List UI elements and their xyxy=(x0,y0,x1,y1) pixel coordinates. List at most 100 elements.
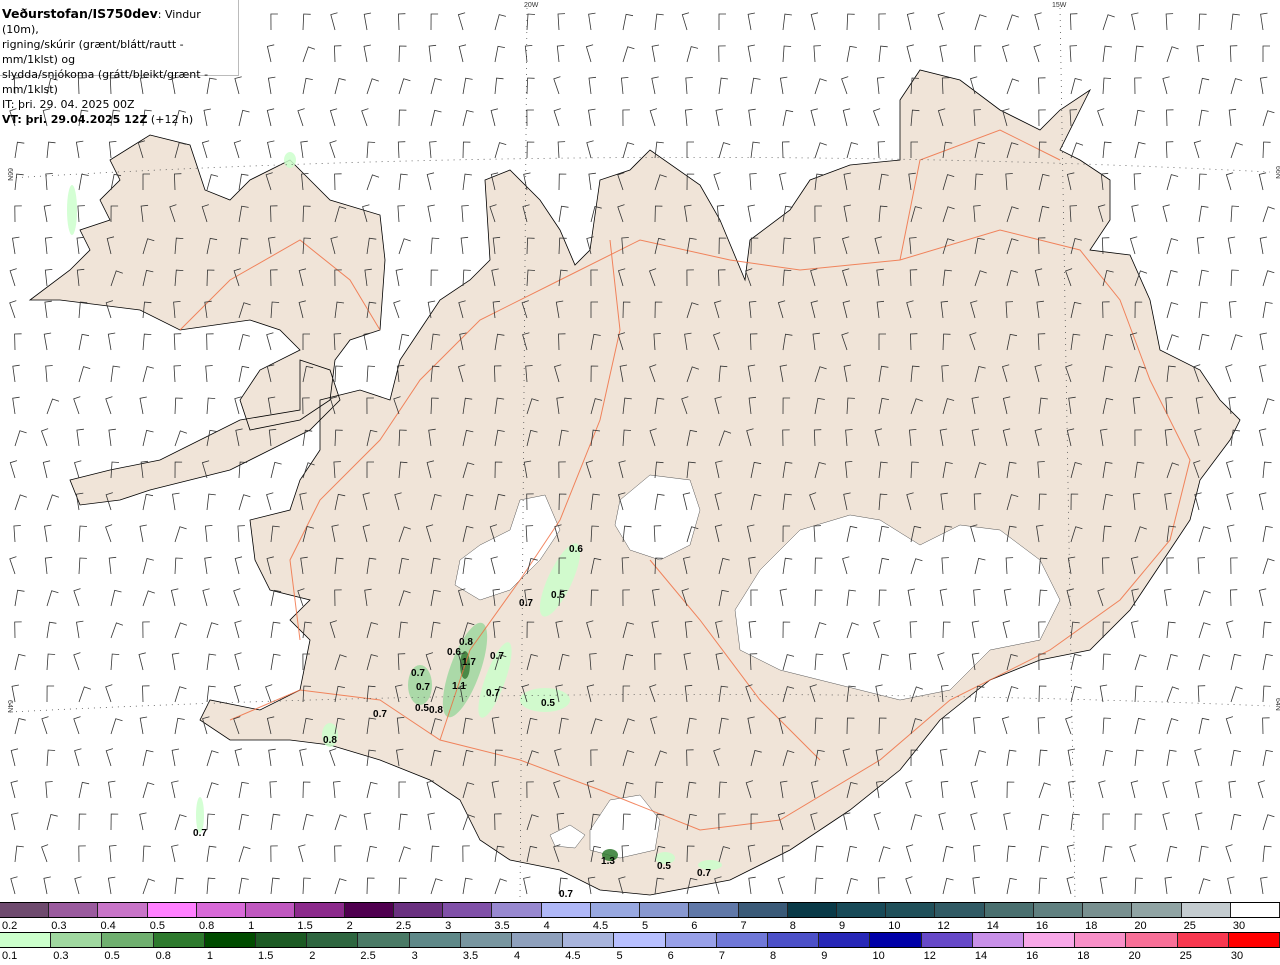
lon-label-20w: 20W xyxy=(524,2,539,9)
wind-barb xyxy=(1230,13,1240,31)
wind-barb xyxy=(1262,141,1271,159)
wind-barb xyxy=(1038,877,1048,895)
wind-barb xyxy=(846,878,859,895)
wind-barb xyxy=(45,365,53,383)
wind-barb xyxy=(553,108,561,127)
legend-swatch xyxy=(0,903,50,917)
wind-barb xyxy=(44,556,53,575)
wind-barb xyxy=(430,237,440,255)
wind-barb xyxy=(1230,686,1243,703)
wind-barb xyxy=(842,108,851,127)
wind-barb xyxy=(1258,492,1267,511)
wind-barb xyxy=(270,877,280,895)
wind-barb xyxy=(1228,108,1237,127)
wind-barb xyxy=(814,78,827,95)
wind-barb xyxy=(110,718,123,735)
wind-barb xyxy=(142,333,152,351)
wind-barb xyxy=(14,205,22,223)
wind-barb xyxy=(142,782,155,799)
wind-barb xyxy=(43,204,52,223)
legend-swatch xyxy=(307,933,359,947)
legend-label: 3.5 xyxy=(462,950,479,962)
wind-barb xyxy=(238,461,248,479)
wind-barb xyxy=(78,366,91,383)
wind-barb xyxy=(1006,686,1019,703)
wind-barb xyxy=(524,45,533,63)
wind-barb xyxy=(940,780,949,799)
legend-swatch xyxy=(196,903,247,917)
wind-barb xyxy=(782,109,794,127)
wind-barb xyxy=(398,813,408,831)
wind-barb xyxy=(750,77,761,95)
wind-barb xyxy=(878,846,891,863)
wind-barb xyxy=(1067,748,1076,767)
wind-barb xyxy=(1198,205,1209,223)
legend-swatch xyxy=(787,903,837,917)
wind-barb xyxy=(202,588,210,607)
wind-barb xyxy=(458,44,467,63)
wind-barb xyxy=(12,396,20,415)
wind-barb xyxy=(1165,13,1174,31)
lat-label-66n-left: 66N xyxy=(6,168,13,181)
wind-barb xyxy=(9,460,18,479)
wind-barb xyxy=(366,781,378,799)
legend-swatch xyxy=(768,933,820,947)
wind-barb xyxy=(1006,781,1015,799)
wind-barb xyxy=(76,236,85,255)
wind-barb xyxy=(1262,685,1271,703)
wind-barb xyxy=(366,845,377,863)
wind-barb xyxy=(206,750,219,767)
wind-barb xyxy=(78,557,87,575)
wind-barb xyxy=(234,652,242,671)
legend-label: 1 xyxy=(206,950,213,962)
wind-barb xyxy=(1195,780,1203,799)
wind-barb xyxy=(142,685,150,703)
wind-barb xyxy=(1038,109,1046,127)
wind-barb xyxy=(1230,142,1243,159)
wind-barb xyxy=(1198,269,1209,287)
wind-barb xyxy=(1134,109,1145,127)
wind-barb xyxy=(46,621,57,639)
wind-barb xyxy=(651,76,659,95)
wind-barb xyxy=(906,12,915,31)
wind-barb xyxy=(302,813,314,831)
wind-barb xyxy=(1259,364,1267,383)
wind-barb xyxy=(430,13,439,31)
wind-barb xyxy=(270,653,281,671)
wind-barb xyxy=(494,878,507,895)
wind-barb xyxy=(1166,654,1178,671)
wind-barb xyxy=(138,652,146,671)
wind-barb xyxy=(494,45,505,63)
wind-barb xyxy=(1102,45,1113,63)
wind-barb xyxy=(1006,749,1017,767)
wind-barb xyxy=(9,268,17,287)
wind-barb xyxy=(1130,780,1139,799)
precip-value-label: 0.7 xyxy=(490,651,504,662)
wind-barb xyxy=(206,397,216,415)
wind-barb xyxy=(1225,844,1233,863)
legend-swatch xyxy=(563,933,615,947)
wind-barb xyxy=(1134,77,1142,95)
wind-barb xyxy=(302,877,311,895)
precip-value-label: 0.5 xyxy=(541,698,555,709)
wind-barb xyxy=(1038,749,1048,767)
wind-barb xyxy=(429,141,437,159)
wind-barb xyxy=(302,46,316,63)
wind-barb xyxy=(270,845,278,863)
precip-value-label: 0.7 xyxy=(559,889,573,900)
wind-barb xyxy=(557,13,566,31)
wind-barb xyxy=(779,172,787,191)
wind-barb xyxy=(810,108,818,127)
wind-barb xyxy=(108,780,116,799)
wind-barb xyxy=(110,813,119,831)
wind-barb xyxy=(1166,334,1179,351)
wind-barb xyxy=(238,494,251,511)
wind-barb xyxy=(1102,717,1111,735)
wind-barb xyxy=(1006,14,1019,31)
wind-barb xyxy=(681,12,690,31)
wind-barb xyxy=(1164,588,1172,607)
legend-label: 6 xyxy=(667,950,674,962)
wind-barb xyxy=(74,460,82,479)
wind-barb xyxy=(398,238,411,255)
wind-barb xyxy=(334,814,347,831)
